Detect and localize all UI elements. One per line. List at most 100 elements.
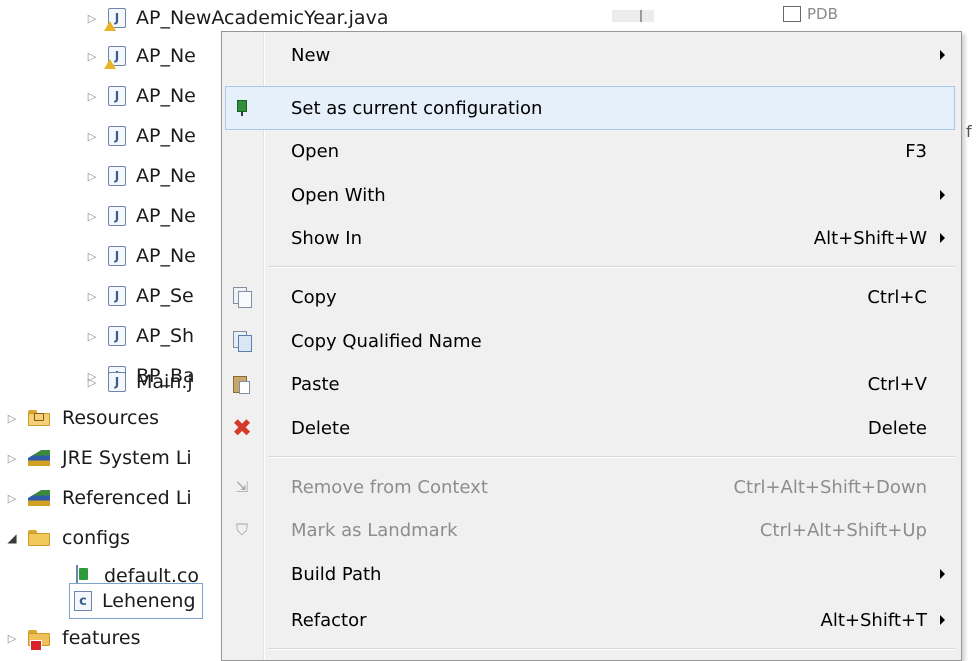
delete-icon: ✖ <box>231 414 253 442</box>
menu-item-build-path[interactable]: Build Path <box>225 552 955 596</box>
submenu-arrow-icon <box>940 615 945 625</box>
menu-item-open[interactable]: Open F3 <box>225 129 955 173</box>
tree-item-label: Leheneng <box>102 590 196 612</box>
java-file-icon: J <box>108 86 128 106</box>
tree-item-configs[interactable]: ◢ configs <box>4 518 130 558</box>
menu-item-shortcut: Alt+Shift+W <box>813 227 927 249</box>
remove-from-context-icon: ⇲ <box>235 478 249 496</box>
tree-item-label: AP_Sh <box>136 325 195 347</box>
menu-item-paste[interactable]: Paste Ctrl+V <box>225 362 955 406</box>
expand-arrow-icon[interactable]: ▷ <box>4 630 20 646</box>
menu-item-shortcut: Alt+Shift+T <box>820 609 927 631</box>
menu-item-shortcut: F3 <box>905 140 927 162</box>
java-file-icon: J <box>108 372 128 392</box>
tree-item-java-file[interactable]: ▷ J AP_Ne <box>84 236 196 276</box>
expand-arrow-icon[interactable]: ▷ <box>84 374 100 390</box>
library-icon <box>28 448 54 468</box>
expand-arrow-icon[interactable]: ▷ <box>4 410 20 426</box>
menu-item-label: Remove from Context <box>291 476 488 498</box>
java-file-icon: J <box>108 286 128 306</box>
menu-item-shortcut: Delete <box>867 417 927 439</box>
tree-item-label: Referenced Li <box>62 487 192 509</box>
expand-arrow-icon[interactable]: ▷ <box>84 288 100 304</box>
tree-item-label: JRE System Li <box>62 447 192 469</box>
tree-item-label: AP_Ne <box>136 245 196 267</box>
tree-item-selected-config[interactable]: c Leheneng <box>69 583 203 619</box>
menu-item-label: Paste <box>291 373 340 395</box>
menu-item-label: Delete <box>291 417 351 439</box>
tree-item-java-file[interactable]: ▷ J AP_Ne <box>84 116 196 156</box>
submenu-arrow-icon <box>940 190 945 200</box>
submenu-arrow-icon <box>940 569 945 579</box>
config-pin-icon <box>229 95 255 121</box>
tree-item-java-file[interactable]: ▷ J AP_Ne <box>84 196 196 236</box>
menu-item-copy[interactable]: Copy Ctrl+C <box>225 275 955 319</box>
tree-item-label: Resources <box>62 407 160 429</box>
collapse-arrow-icon[interactable]: ◢ <box>4 530 20 546</box>
menu-item-set-as-current-configuration[interactable]: Set as current configuration <box>225 86 955 130</box>
tree-item-features[interactable]: ▷ features <box>4 618 141 658</box>
paste-icon <box>229 371 255 397</box>
menu-item-shortcut: Ctrl+Alt+Shift+Down <box>733 476 927 498</box>
pdb-label: PDB <box>807 5 838 23</box>
current-config-file-icon <box>76 565 96 589</box>
menu-item-open-with[interactable]: Open With <box>225 173 955 217</box>
pdb-option[interactable]: PDB <box>783 5 838 23</box>
config-file-icon: c <box>74 591 94 611</box>
tree-item-java-file[interactable]: ▷ J AP_Ne <box>84 76 196 116</box>
menu-separator <box>268 648 955 650</box>
tree-item-java-file[interactable]: ▷ J AP_Sh <box>84 316 194 356</box>
java-file-icon: J <box>108 166 128 186</box>
menu-item-label: Open <box>291 140 340 162</box>
expand-arrow-icon[interactable]: ▷ <box>84 168 100 184</box>
menu-item-new[interactable]: New <box>225 33 955 77</box>
tree-item-label: features <box>62 627 141 649</box>
expand-arrow-icon[interactable]: ▷ <box>84 88 100 104</box>
submenu-arrow-icon <box>940 233 945 243</box>
java-file-icon: J <box>108 126 128 146</box>
features-folder-icon <box>28 628 54 651</box>
tree-item-resources[interactable]: ▷ Resources <box>4 398 159 438</box>
menu-item-delete[interactable]: ✖ Delete Delete <box>225 406 955 450</box>
tree-item-label: AP_Ne <box>136 125 196 147</box>
tree-item-referenced-libraries[interactable]: ▷ Referenced Li <box>4 478 192 518</box>
tree-item-label: AP_NewAcademicYear.java <box>136 7 389 29</box>
open-folder-icon <box>28 528 54 548</box>
submenu-arrow-icon <box>940 50 945 60</box>
menu-item-copy-qualified-name[interactable]: Copy Qualified Name <box>225 319 955 363</box>
expand-arrow-icon[interactable]: ▷ <box>84 208 100 224</box>
java-file-icon: J <box>108 326 128 346</box>
java-file-warning-icon: J <box>104 8 128 31</box>
tree-item-jre-library[interactable]: ▷ JRE System Li <box>4 438 192 478</box>
expand-arrow-icon[interactable]: ▷ <box>84 10 100 26</box>
clipped-text-fragment: f <box>966 122 972 141</box>
tree-item-java-file[interactable]: ▷ J Main.j <box>84 362 193 402</box>
expand-arrow-icon[interactable]: ▷ <box>4 450 20 466</box>
java-file-warning-icon: J <box>104 46 128 69</box>
menu-item-shortcut: Ctrl+Alt+Shift+Up <box>759 519 927 541</box>
menu-item-label: New <box>291 44 331 66</box>
menu-item-label: Mark as Landmark <box>291 519 458 541</box>
menu-item-remove-from-context: ⇲ Remove from Context Ctrl+Alt+Shift+Dow… <box>225 465 955 509</box>
tree-item-label: AP_Ne <box>136 205 196 227</box>
expand-arrow-icon[interactable]: ▷ <box>4 490 20 506</box>
expand-arrow-icon[interactable]: ▷ <box>84 328 100 344</box>
tree-item-label: AP_Ne <box>136 165 196 187</box>
expand-arrow-icon[interactable]: ▷ <box>84 248 100 264</box>
tree-item-java-file[interactable]: ▷ J AP_Se <box>84 276 194 316</box>
tree-item-label: AP_Ne <box>136 85 196 107</box>
tree-item-label: AP_Se <box>136 285 194 307</box>
expand-arrow-icon[interactable]: ▷ <box>84 48 100 64</box>
menu-item-label: Copy <box>291 286 337 308</box>
tree-item-label: AP_Ne <box>136 45 196 67</box>
menu-item-show-in[interactable]: Show In Alt+Shift+W <box>225 216 955 260</box>
tree-item-java-file[interactable]: ▷ J AP_Ne <box>84 36 196 76</box>
menu-item-label: Refactor <box>291 609 367 631</box>
landmark-icon: ⛉ <box>235 520 248 539</box>
tree-item-java-file[interactable]: ▷ J AP_Ne <box>84 156 196 196</box>
expand-arrow-icon[interactable]: ▷ <box>84 128 100 144</box>
copy-icon <box>229 284 255 310</box>
pdb-checkbox[interactable] <box>783 6 801 22</box>
menu-item-refactor[interactable]: Refactor Alt+Shift+T <box>225 598 955 642</box>
library-icon <box>28 488 54 508</box>
